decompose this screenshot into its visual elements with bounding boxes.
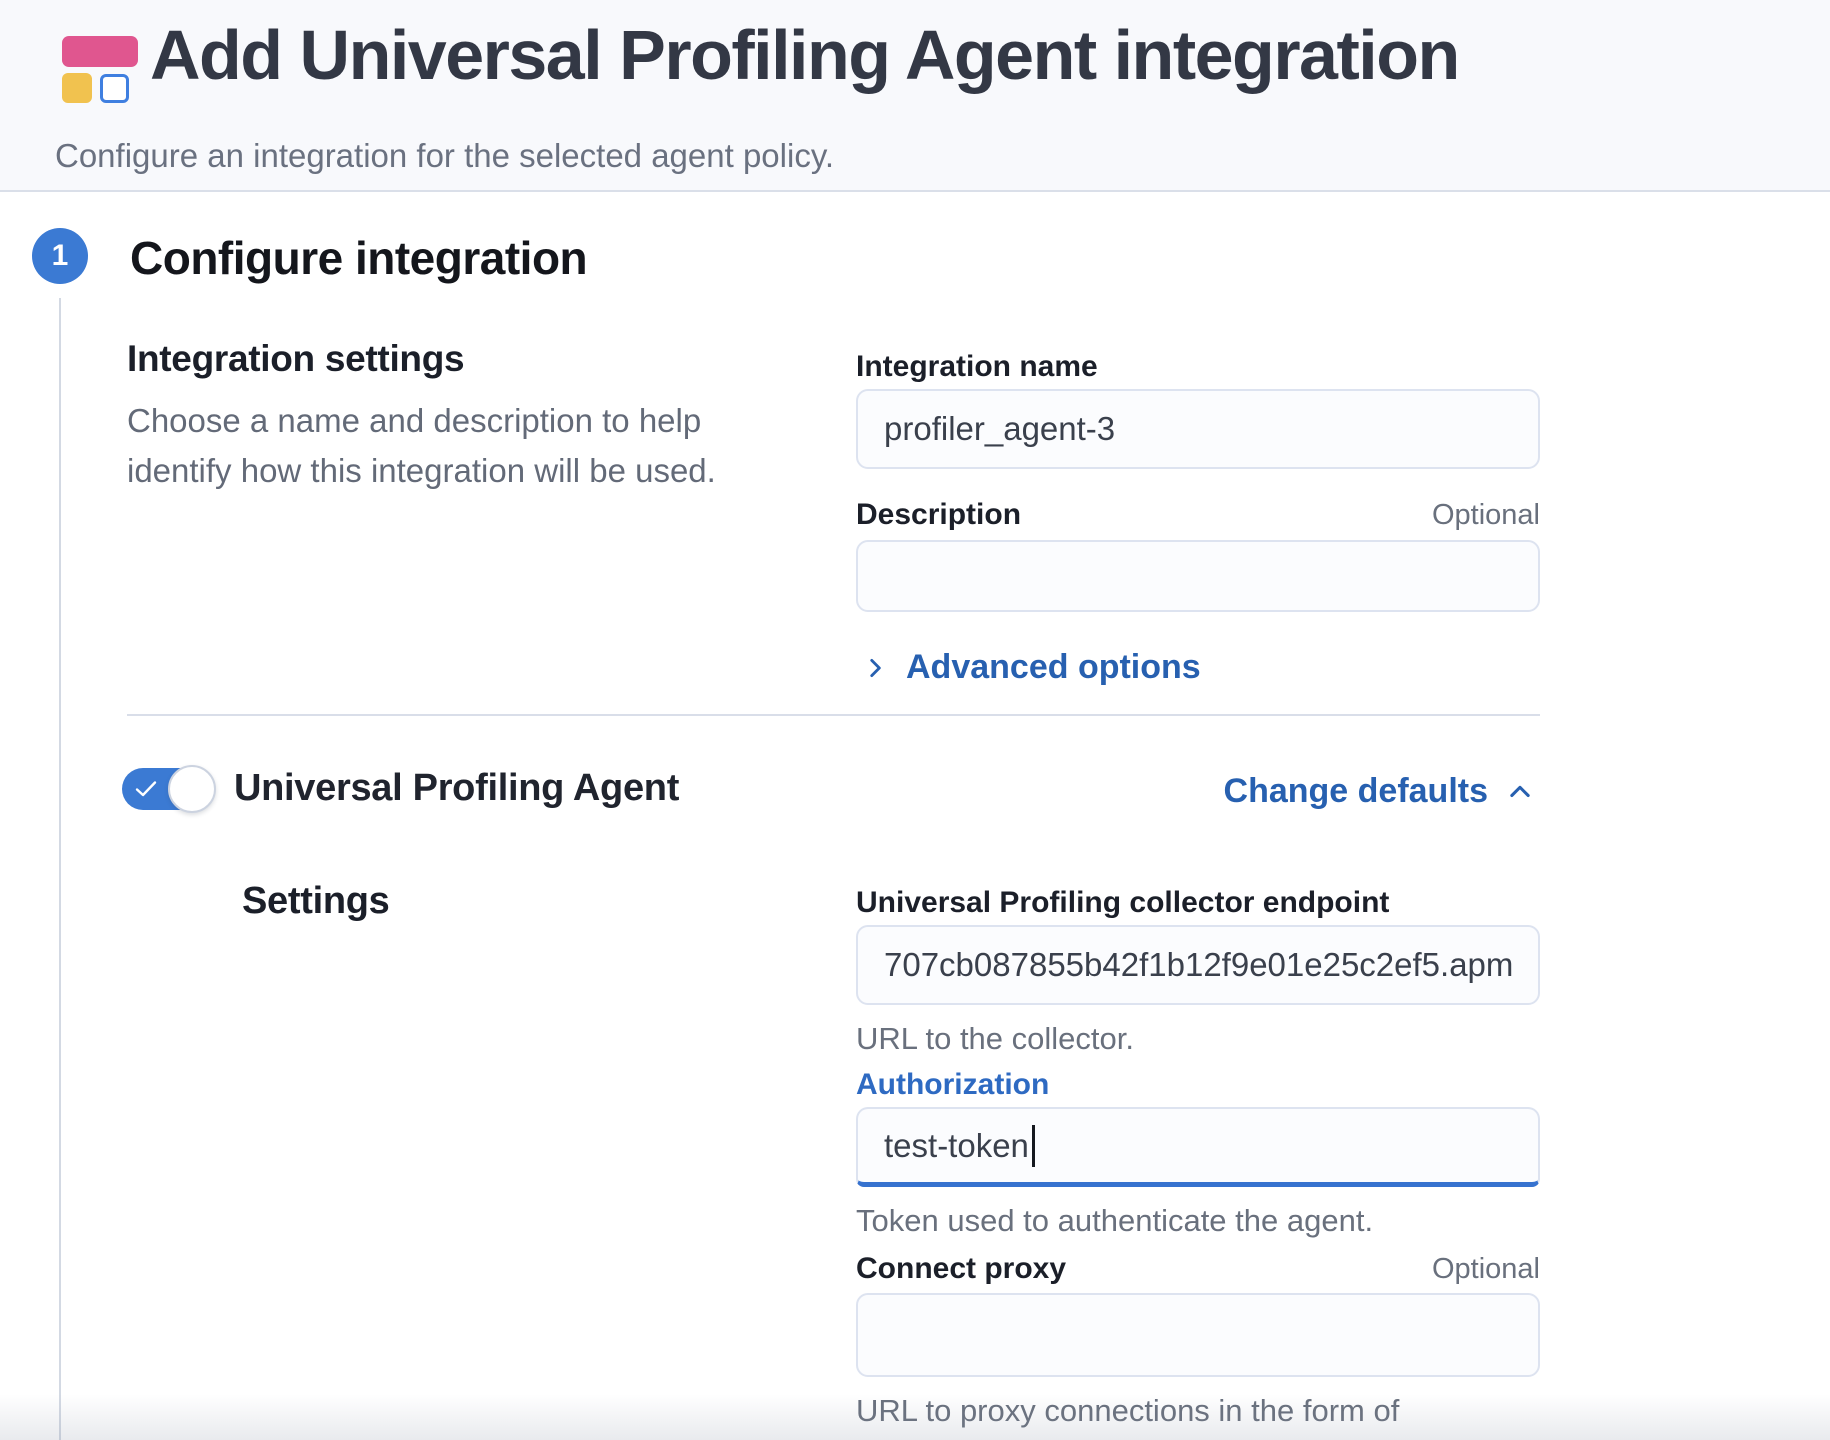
text-cursor (1032, 1125, 1035, 1167)
description-textarea[interactable] (856, 540, 1540, 612)
page-header: Add Universal Profiling Agent integratio… (0, 0, 1830, 192)
authorization-help: Token used to authenticate the agent. (856, 1198, 1540, 1244)
collector-endpoint-input[interactable] (856, 925, 1540, 1005)
integration-name-label: Integration name (856, 350, 1540, 384)
section-divider (127, 714, 1540, 716)
universal-profiling-agent-toggle[interactable] (122, 768, 214, 810)
description-label: Description (856, 498, 1021, 532)
description-optional-badge: Optional (1432, 499, 1540, 532)
integration-tiles-icon (62, 36, 140, 108)
collector-endpoint-label: Universal Profiling collector endpoint (856, 886, 1540, 920)
integration-settings-description: Choose a name and description to help id… (127, 396, 782, 496)
authorization-value: test-token (884, 1127, 1029, 1165)
connect-proxy-input[interactable] (856, 1293, 1540, 1377)
step-title: Configure integration (130, 230, 587, 286)
change-defaults-link[interactable]: Change defaults (1224, 772, 1534, 811)
icon-tile-pink (62, 36, 138, 67)
authorization-label: Authorization (856, 1068, 1540, 1102)
settings-heading: Settings (242, 880, 390, 923)
icon-tile-outline (100, 74, 129, 103)
check-icon (135, 780, 157, 798)
advanced-options-link[interactable]: Advanced options (862, 648, 1201, 687)
chevron-up-icon (1506, 778, 1534, 806)
connect-proxy-field-row: Connect proxy Optional (856, 1252, 1540, 1286)
authorization-input[interactable]: test-token (856, 1107, 1540, 1187)
step-connector-line (59, 298, 61, 1440)
collector-endpoint-help: URL to the collector. (856, 1016, 1540, 1062)
connect-proxy-help-line1: URL to proxy connections in the form of … (856, 1388, 1540, 1440)
connect-proxy-optional-badge: Optional (1432, 1253, 1540, 1286)
page-title: Add Universal Profiling Agent integratio… (150, 12, 1459, 98)
integration-settings-heading: Integration settings (127, 338, 464, 380)
integration-name-input[interactable] (856, 389, 1540, 469)
connect-proxy-help: URL to proxy connections in the form of … (856, 1388, 1540, 1440)
step-number-badge: 1 (32, 228, 88, 284)
advanced-options-label: Advanced options (906, 648, 1201, 687)
description-field-row: Description Optional (856, 498, 1540, 532)
change-defaults-label: Change defaults (1224, 772, 1488, 811)
toggle-knob (168, 765, 216, 813)
universal-profiling-agent-label: Universal Profiling Agent (234, 764, 679, 812)
icon-tile-yellow (62, 73, 92, 103)
chevron-right-icon (862, 655, 888, 681)
page-subtitle: Configure an integration for the selecte… (55, 136, 834, 176)
connect-proxy-label: Connect proxy (856, 1252, 1066, 1286)
